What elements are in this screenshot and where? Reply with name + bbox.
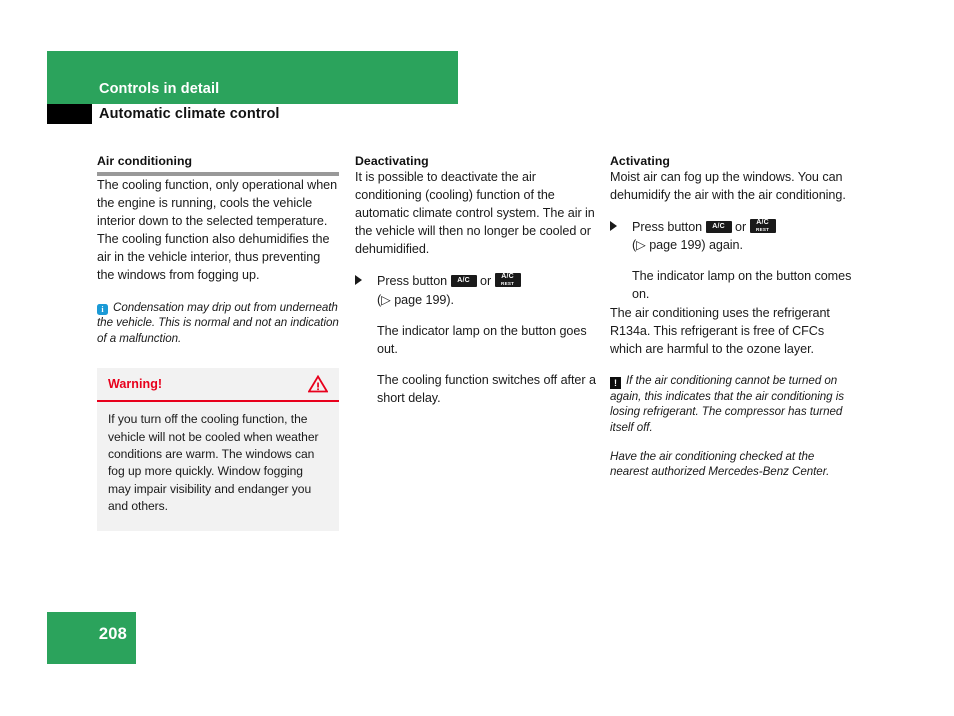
info-note-text: Condensation may drip out from underneat… [97,300,339,345]
key-ac-rest-line1: A/C [756,219,769,227]
info-icon: i [97,303,108,315]
warning-text: If you turn off the cooling function, th… [108,412,319,513]
step-result-1: The indicator lamp on the button goes ou… [377,323,587,356]
column-middle: Deactivating It is possible to deactivat… [355,154,597,407]
step-result-2: The cooling function switches off after … [377,372,596,405]
step-result-1: The indicator lamp on the button comes o… [632,269,852,302]
step-press-button-deactivate: Press button A/C or A/C REST (▷ page 199)… [355,272,597,308]
arrow-right-icon [610,221,617,232]
warning-box: Warning! If you turn off the cooling fun… [97,368,339,532]
key-ac-icon: A/C [705,221,732,234]
step-line-1: Press button A/C or A/C REST (▷ page 199)… [377,273,521,307]
paragraph-deactivating: It is possible to deactivate the air con… [355,170,595,257]
warning-box-header: Warning! [97,368,339,400]
arrow-right-icon [355,275,362,286]
key-ac-rest-icon: A/C REST [749,219,776,234]
key-ac-rest-line1: A/C [501,273,514,281]
caution-note-text: If the air conditioning cannot be turned… [610,373,845,435]
section-heading-air-conditioning: Air conditioning [97,154,193,168]
warning-triangle-icon [308,375,328,393]
exclamation-box-icon: ! [610,376,621,389]
section-heading-deactivating: Deactivating [355,154,429,168]
warning-title: Warning! [108,377,163,392]
key-ac-rest-line2: REST [756,227,770,233]
step-result-1-wrap: The indicator lamp on the button comes o… [610,267,852,303]
page-number: 208 [98,625,127,643]
step-page-reference: (▷ page 199) again. [632,238,743,253]
step-or-label: or [735,220,747,235]
step-text-before: Press button [632,220,703,235]
page-title: Automatic climate control [99,106,280,122]
page-number-box: 208 [47,612,136,664]
section-heading-activating: Activating [610,154,670,168]
service-note: Have the air conditioning checked at the… [610,449,830,479]
info-note-condensation: i Condensation may drip out from undernea… [97,300,339,347]
key-ac-rest-line2: REST [501,281,515,287]
caution-note-refrigerant: ! If the air conditioning cannot be turne… [610,373,852,436]
paragraph-refrigerant: The air conditioning uses the refrigeran… [610,305,830,356]
key-ac-icon: A/C [450,275,477,288]
step-or-label: or [480,274,492,289]
paragraph-activating: Moist air can fog up the windows. You ca… [610,170,846,203]
step-result-1-wrap: The indicator lamp on the button goes ou… [355,322,597,358]
chapter-thumb-tab [47,104,92,124]
column-left: Air conditioning The cooling function, o… [97,154,339,532]
step-text-before: Press button [377,274,448,289]
step-result-2-wrap: The cooling function switches off after … [355,371,597,407]
paragraph-air-conditioning: The cooling function, only operational w… [97,178,338,283]
key-ac-rest-icon: A/C REST [494,273,521,288]
chapter-title: Controls in detail [99,81,220,97]
step-press-button-activate: Press button A/C or A/C REST (▷ page 199)… [610,218,852,254]
chapter-header-banner: Controls in detail [47,51,458,104]
step-line-1: Press button A/C or A/C REST (▷ page 199)… [632,219,776,253]
column-right: Activating Moist air can fog up the wind… [610,154,852,480]
step-page-reference: (▷ page 199). [377,292,454,307]
